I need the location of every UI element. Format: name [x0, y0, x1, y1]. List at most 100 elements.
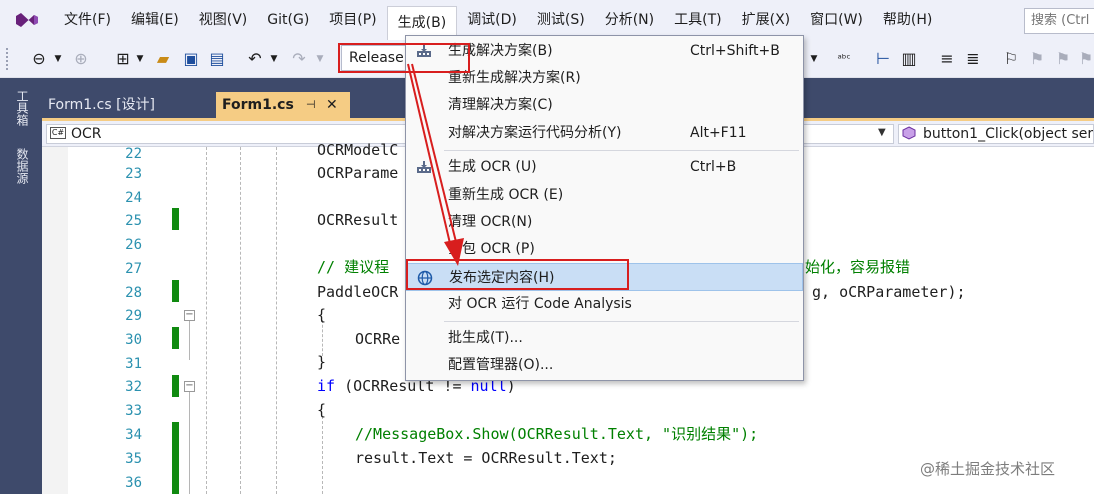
search-input[interactable]: 搜索 (Ctrl [1024, 8, 1094, 34]
code-keyword: if [317, 377, 336, 395]
code-comment: //MessageBox.Show(OCRResult.Text, "识别结果"… [355, 425, 759, 443]
collapse-icon[interactable]: − [184, 381, 195, 392]
fold-line [189, 320, 190, 360]
csharp-project-icon: C# [50, 127, 66, 139]
code-line: PaddleOCR [317, 283, 399, 301]
indent-guide [322, 416, 323, 494]
columns-icon[interactable]: ▥ [898, 48, 920, 70]
toolbox-tab[interactable]: 工具箱 [11, 90, 29, 126]
line-number: 22 [125, 146, 142, 162]
line-number: 33 [125, 403, 142, 419]
chevron-down-icon[interactable]: ▼ [878, 127, 886, 138]
line-number: 36 [125, 475, 142, 491]
bookmark-next-icon[interactable]: ⚑ [1052, 48, 1074, 70]
watermark: @稀土掘金技术社区 [920, 460, 1056, 478]
editor-gutter [42, 147, 68, 494]
menu-help[interactable]: 帮助(H) [873, 6, 942, 34]
save-icon[interactable]: ▣ [180, 48, 202, 70]
menu-debug[interactable]: 调试(D) [457, 6, 527, 34]
open-folder-icon[interactable]: ▰ [152, 48, 174, 70]
toolbar-grip[interactable] [6, 48, 10, 70]
menu-analyze[interactable]: 分析(N) [595, 6, 664, 34]
menu-item-run-code-analysis[interactable]: 对 OCR 运行 Code Analysis [406, 290, 803, 318]
menu-project[interactable]: 项目(P) [319, 6, 386, 34]
save-all-icon[interactable]: ▤ [206, 48, 228, 70]
align-left-icon[interactable]: ⊢ [872, 48, 894, 70]
tab-form1-designer[interactable]: Form1.cs [设计] [42, 92, 212, 118]
code-comment: 始化，容易报错 [805, 258, 911, 276]
menu-item-batch-build[interactable]: 批生成(T)... [406, 324, 803, 352]
menu-item-configuration-manager[interactable]: 配置管理器(O)... [406, 351, 803, 379]
line-number: 23 [125, 166, 142, 182]
chevron-down-icon[interactable]: ▼ [808, 48, 820, 70]
chevron-down-icon[interactable]: ▼ [314, 48, 326, 70]
change-marker [172, 327, 179, 349]
menu-item-label: 配置管理器(O)... [448, 357, 554, 373]
new-project-icon[interactable]: ⊞ [112, 48, 134, 70]
line-number: 29 [125, 308, 142, 324]
redo-icon[interactable]: ↷ [288, 48, 310, 70]
menu-item-shortcut: Alt+F11 [690, 125, 747, 141]
back-icon[interactable]: ⊖ [28, 48, 50, 70]
menu-file[interactable]: 文件(F) [54, 6, 121, 34]
sidebar [0, 78, 42, 494]
spell-check-icon[interactable]: ᵃᵇᶜ [832, 48, 856, 70]
annotation-arrow-icon [407, 63, 464, 266]
line-number: 30 [125, 332, 142, 348]
menu-tools[interactable]: 工具(T) [664, 6, 731, 34]
line-number: 24 [125, 190, 142, 206]
menu-extensions[interactable]: 扩展(X) [732, 6, 801, 34]
change-marker [172, 422, 179, 494]
code-line: result.Text = OCRResult.Text; [355, 449, 617, 467]
member-dropdown[interactable]: button1_Click(object ser [898, 124, 1094, 144]
code-line: OCRResult [317, 211, 399, 229]
line-number: 35 [125, 451, 142, 467]
change-marker [172, 208, 179, 230]
visual-studio-logo-icon [16, 13, 38, 27]
line-number: 31 [125, 356, 142, 372]
menu-bar: 文件(F) 编辑(E) 视图(V) Git(G) 项目(P) 生成(B) 调试(… [0, 0, 1094, 40]
menu-item-label: 对 OCR 运行 Code Analysis [448, 296, 632, 312]
code-line: OCRRe [355, 330, 401, 348]
code-line: g, oCRParameter); [812, 283, 966, 301]
indent-guide [322, 320, 323, 356]
pin-icon[interactable]: ⊣ [306, 92, 320, 118]
undo-icon[interactable]: ↶ [244, 48, 266, 70]
line-number: 32 [125, 379, 142, 395]
change-marker [172, 280, 179, 302]
code-line: } [317, 353, 327, 371]
code-line: { [317, 401, 327, 419]
indent-icon[interactable]: ≡ [936, 48, 958, 70]
forward-icon[interactable]: ⊕ [70, 48, 92, 70]
code-line: OCRModelC [317, 141, 399, 159]
collapse-icon[interactable]: − [184, 310, 195, 321]
datasources-tab[interactable]: 数据源 [11, 148, 29, 184]
chevron-down-icon[interactable]: ▼ [52, 48, 64, 70]
chevron-down-icon[interactable]: ▼ [134, 48, 146, 70]
menu-item-label: 批生成(T)... [448, 330, 523, 346]
code-line: { [317, 306, 327, 324]
line-number: 27 [125, 261, 142, 277]
code-line: OCRParame [317, 164, 399, 182]
menu-separator [444, 321, 799, 322]
bookmark-icon[interactable]: ⚐ [1000, 48, 1022, 70]
line-number: 26 [125, 237, 142, 253]
chevron-down-icon[interactable]: ▼ [268, 48, 280, 70]
code-comment: // 建议程 [317, 258, 390, 276]
menu-edit[interactable]: 编辑(E) [121, 6, 189, 34]
line-number: 34 [125, 427, 142, 443]
fold-line [189, 392, 190, 494]
menu-separator [444, 150, 799, 151]
line-number: 28 [125, 285, 142, 301]
menu-test[interactable]: 测试(S) [527, 6, 595, 34]
comment-icon[interactable]: ≣ [962, 48, 984, 70]
indent-guide [240, 147, 241, 494]
bookmark-clear-icon[interactable]: ⚑ [1078, 48, 1094, 70]
menu-git[interactable]: Git(G) [257, 6, 319, 34]
bookmark-prev-icon[interactable]: ⚑ [1026, 48, 1048, 70]
close-icon[interactable]: ✕ [326, 92, 340, 118]
indent-guide [206, 147, 207, 494]
menu-window[interactable]: 窗口(W) [800, 6, 873, 34]
menu-view[interactable]: 视图(V) [189, 6, 258, 34]
line-number: 25 [125, 213, 142, 229]
